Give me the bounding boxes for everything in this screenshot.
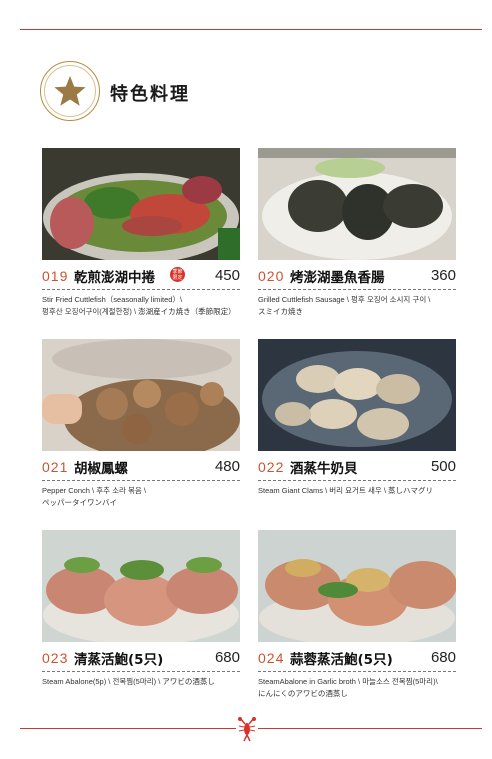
- menu-item-020[interactable]: 020 烤澎湖墨魚香腸 360 Grilled Cuttlefish Sausa…: [258, 148, 456, 328]
- item-description: Pepper Conch \ 후추 소라 볶음 \ ペッパータイワンバイ: [42, 485, 242, 509]
- menu-item-024[interactable]: 024 蒜蓉蒸活鮑(5只) 680 SteamAbalone in Garlic…: [258, 530, 456, 710]
- desc-line: Pepper Conch \ 후추 소라 볶음 \: [42, 486, 146, 495]
- item-number: 023: [42, 650, 69, 666]
- item-number: 021: [42, 459, 69, 475]
- menu-item-022[interactable]: 022 酒蒸牛奶貝 500 Steam Giant Clams \ 버리 요거트…: [258, 339, 456, 519]
- item-number: 024: [258, 650, 285, 666]
- item-description: SteamAbalone in Garlic broth \ 마늘소스 전복찜(…: [258, 676, 458, 700]
- item-name: 酒蒸牛奶貝: [290, 461, 358, 477]
- item-price: 450: [214, 267, 240, 284]
- dashed-divider: [258, 480, 456, 481]
- desc-line: 펑후산 오징어구이(계절한정) \ 澎湖産イカ焼き（季節限定）: [42, 307, 236, 316]
- dashed-divider: [258, 671, 456, 672]
- dashed-divider: [258, 289, 456, 290]
- desc-line: ペッパータイワンバイ: [42, 498, 117, 507]
- section-title: 特色料理: [110, 84, 190, 105]
- dish-photo-cuttlefish: [42, 148, 240, 260]
- desc-line: SteamAbalone in Garlic broth \ 마늘소스 전복찜(…: [258, 677, 438, 686]
- menu-item-023[interactable]: 023 清蒸活鮑(5只) 680 Steam Abalone(5p) \ 전복찜…: [42, 530, 240, 710]
- desc-line: スミイカ焼き: [258, 307, 303, 316]
- desc-line: Steam Giant Clams \ 버리 요거트 새우 \ 蒸しハマグリ: [258, 486, 433, 495]
- item-number: 019: [42, 268, 69, 284]
- dashed-divider: [42, 480, 240, 481]
- dashed-divider: [42, 671, 240, 672]
- desc-line: Stir Fried Cuttlefish（seasonally limited…: [42, 295, 183, 304]
- item-price: 480: [214, 458, 240, 475]
- lobster-icon: [236, 717, 258, 742]
- dish-photo-conch: [42, 339, 240, 451]
- item-description: Stir Fried Cuttlefish（seasonally limited…: [42, 294, 242, 318]
- item-number: 020: [258, 268, 285, 284]
- menu-item-019[interactable]: 019 乾煎澎湖中捲 季節限定 450 Stir Fried Cuttlefis…: [42, 148, 240, 328]
- item-name: 清蒸活鮑(5只): [74, 652, 164, 668]
- star-icon: [54, 76, 86, 106]
- seasonal-seal: 季節限定: [170, 267, 185, 282]
- menu-item-021[interactable]: 021 胡椒鳳螺 480 Pepper Conch \ 후추 소라 볶음 \ ペ…: [42, 339, 240, 519]
- desc-line: Steam Abalone(5p) \ 전복찜(5마리) \ アワビの酒蒸し: [42, 677, 215, 686]
- dashed-divider: [42, 289, 240, 290]
- item-name: 烤澎湖墨魚香腸: [290, 270, 385, 286]
- item-price: 360: [430, 267, 456, 284]
- item-name: 蒜蓉蒸活鮑(5只): [290, 652, 393, 668]
- item-number: 022: [258, 459, 285, 475]
- section-badge: [40, 61, 100, 121]
- dish-photo-clams: [258, 339, 456, 451]
- item-price: 680: [430, 649, 456, 666]
- top-divider: [20, 29, 482, 30]
- desc-line: Grilled Cuttlefish Sausage \ 펑후 오징어 소시지 …: [258, 295, 431, 304]
- dish-photo-abalone: [42, 530, 240, 642]
- dish-photo-sausage: [258, 148, 456, 260]
- dish-photo-garlic-abalone: [258, 530, 456, 642]
- item-description: Steam Abalone(5p) \ 전복찜(5마리) \ アワビの酒蒸し: [42, 676, 242, 688]
- item-price: 500: [430, 458, 456, 475]
- item-name: 乾煎澎湖中捲: [74, 270, 155, 286]
- item-name: 胡椒鳳螺: [74, 461, 128, 477]
- item-description: Grilled Cuttlefish Sausage \ 펑후 오징어 소시지 …: [258, 294, 458, 318]
- item-description: Steam Giant Clams \ 버리 요거트 새우 \ 蒸しハマグリ: [258, 485, 458, 497]
- item-price: 680: [214, 649, 240, 666]
- desc-line: にんにくのアワビの酒蒸し: [258, 689, 348, 698]
